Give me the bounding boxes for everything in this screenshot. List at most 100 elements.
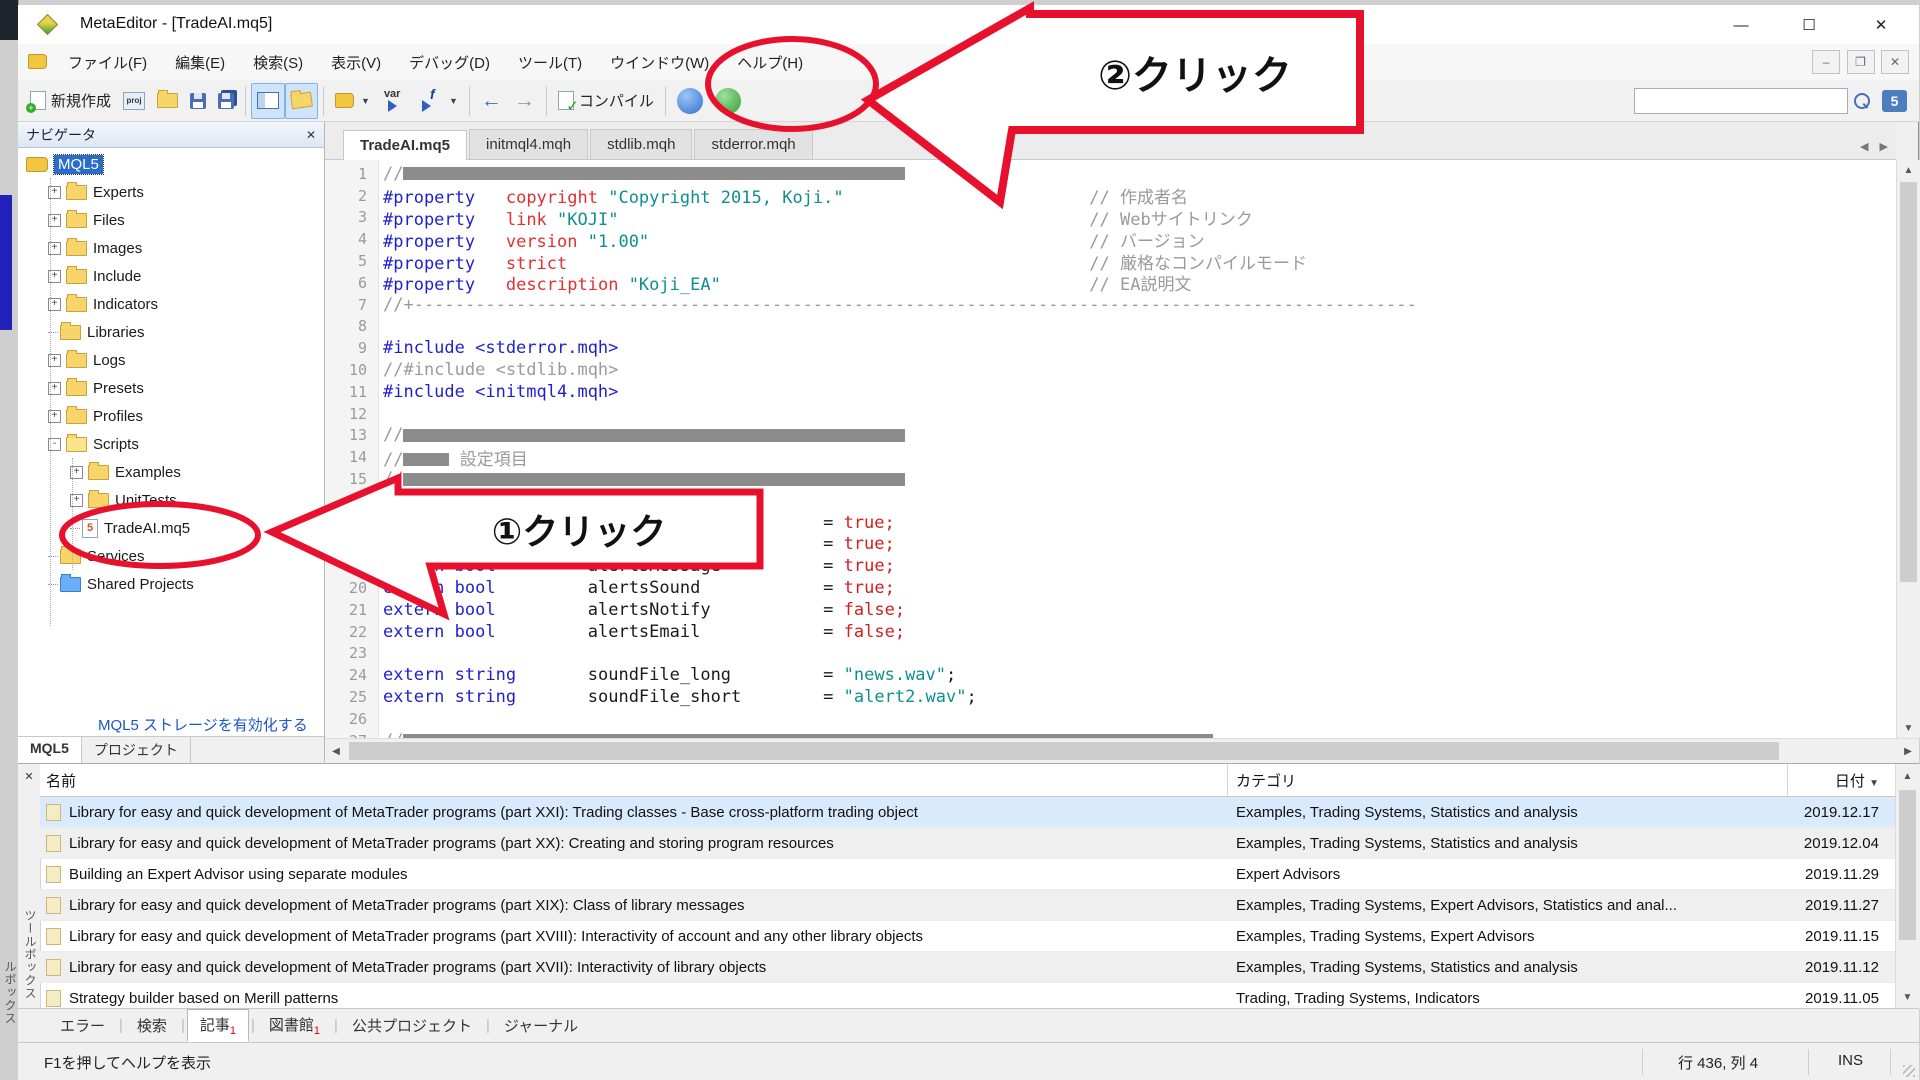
menu-item-7[interactable]: ヘルプ(H) bbox=[723, 44, 817, 81]
compile-icon: ✓ bbox=[558, 91, 574, 110]
new-file-button[interactable]: + 新規作成 bbox=[24, 83, 117, 119]
vscroll-thumb[interactable] bbox=[1900, 182, 1917, 582]
mdi-restore-button[interactable]: ❐ bbox=[1847, 50, 1875, 74]
scroll-down-icon[interactable]: ▼ bbox=[1897, 718, 1920, 738]
toolbox-tab-0[interactable]: エラー bbox=[48, 1011, 117, 1040]
menu-item-4[interactable]: デバッグ(D) bbox=[395, 44, 504, 81]
scroll-right-icon[interactable]: ▶ bbox=[1897, 739, 1919, 763]
article-row[interactable]: Library for easy and quick development o… bbox=[40, 952, 1895, 983]
navigate-forward-button[interactable]: → bbox=[508, 83, 541, 119]
tree-item-libraries[interactable]: Libraries bbox=[22, 318, 320, 346]
hscroll-thumb[interactable] bbox=[349, 742, 1779, 760]
editor-vscrollbar[interactable]: ▲ ▼ bbox=[1896, 160, 1920, 738]
toolbox-tab-3[interactable]: 図書館1 bbox=[257, 1010, 332, 1041]
toolbox-vscroll-thumb[interactable] bbox=[1899, 790, 1916, 940]
profiler-button[interactable] bbox=[709, 83, 747, 119]
tree-item-examples[interactable]: +Examples bbox=[22, 458, 320, 486]
search-input[interactable] bbox=[1634, 88, 1848, 114]
toolbox-vscrollbar[interactable]: ▲ ▼ bbox=[1895, 764, 1920, 1009]
tree-item-shared-projects[interactable]: Shared Projects bbox=[22, 570, 320, 598]
insert-function-button[interactable]: f ▼ bbox=[414, 83, 464, 119]
mql5-community-button[interactable]: 5 bbox=[1876, 83, 1913, 119]
compile-button[interactable]: ✓ コンパイル bbox=[552, 83, 660, 119]
editor-tab-tradeai-mq5[interactable]: TradeAI.mq5 bbox=[343, 130, 467, 160]
navigator-tab-mql5[interactable]: MQL5 bbox=[18, 736, 82, 763]
tree-item-files[interactable]: +Files bbox=[22, 206, 320, 234]
toolbox-tab-4[interactable]: 公共プロジェクト bbox=[340, 1011, 484, 1040]
navigator-tab-プロジェクト[interactable]: プロジェクト bbox=[82, 737, 191, 763]
menu-item-0[interactable]: ファイル(F) bbox=[54, 44, 161, 81]
tab-scroll-left-icon[interactable]: ◀ bbox=[1860, 141, 1868, 153]
menu-item-1[interactable]: 編集(E) bbox=[161, 44, 239, 81]
article-doc-icon bbox=[46, 928, 61, 945]
tree-item-logs[interactable]: +Logs bbox=[22, 346, 320, 374]
search-button[interactable] bbox=[1848, 83, 1876, 119]
scroll-up-icon[interactable]: ▲ bbox=[1897, 160, 1920, 180]
print-preview-button[interactable] bbox=[1106, 83, 1134, 119]
editor-tab-initmql4-mqh[interactable]: initmql4.mqh bbox=[469, 129, 588, 159]
snippets-button[interactable]: ▼ bbox=[329, 83, 376, 119]
scroll-down-icon[interactable]: ▼ bbox=[1896, 987, 1919, 1007]
tree-item-services[interactable]: Services bbox=[22, 542, 320, 570]
tree-item-include[interactable]: +Include bbox=[22, 262, 320, 290]
open-metatrader-button[interactable] bbox=[1217, 83, 1251, 119]
editor-tab-stdlib-mqh[interactable]: stdlib.mqh bbox=[590, 129, 692, 159]
column-header-category[interactable]: カテゴリ bbox=[1228, 764, 1788, 796]
scroll-up-icon[interactable]: ▲ bbox=[1896, 766, 1919, 786]
tree-item-experts[interactable]: +Experts bbox=[22, 178, 320, 206]
tree-item-profiles[interactable]: +Profiles bbox=[22, 402, 320, 430]
tree-item-images[interactable]: +Images bbox=[22, 234, 320, 262]
toggle-navigator-button[interactable] bbox=[251, 83, 285, 119]
toolbox-tabbar: エラー|検索|記事1|図書館1|公共プロジェクト|ジャーナル bbox=[18, 1008, 1919, 1042]
save-all-button[interactable] bbox=[212, 83, 240, 119]
toolbox-tab-2[interactable]: 記事1 bbox=[187, 1009, 249, 1042]
scroll-left-icon[interactable]: ◀ bbox=[325, 739, 347, 763]
mdi-close-button[interactable]: ✕ bbox=[1881, 50, 1909, 74]
mql5-storage-link[interactable]: MQL5 ストレージを有効化する bbox=[98, 714, 308, 735]
save-button[interactable] bbox=[184, 83, 212, 119]
tab-scroll-right-icon[interactable]: ▶ bbox=[1880, 141, 1888, 153]
menu-item-6[interactable]: ウインドウ(W) bbox=[596, 44, 723, 81]
styler-button[interactable] bbox=[1145, 83, 1181, 119]
menu-item-2[interactable]: 検索(S) bbox=[239, 44, 317, 81]
code-editor[interactable]: 1//2#property copyright "Copyright 2015,… bbox=[325, 160, 1896, 738]
navigator-close-icon[interactable]: ✕ bbox=[306, 128, 316, 142]
paste-button[interactable] bbox=[1077, 83, 1106, 119]
settings-button[interactable]: ⚙ bbox=[1251, 83, 1283, 119]
toolbox-tab-5[interactable]: ジャーナル bbox=[492, 1011, 590, 1040]
menu-item-5[interactable]: ツール(T) bbox=[504, 44, 596, 81]
close-button[interactable]: ✕ bbox=[1858, 11, 1904, 39]
tree-item-tradeai-mq5[interactable]: 5TradeAI.mq5 bbox=[22, 514, 320, 542]
debug-start-button[interactable] bbox=[671, 83, 709, 119]
toolbox-close-icon[interactable]: ✕ bbox=[18, 764, 40, 783]
resize-grip[interactable] bbox=[1903, 1065, 1915, 1077]
toggle-toolbox-button[interactable] bbox=[285, 83, 318, 119]
article-row[interactable]: Building an Expert Advisor using separat… bbox=[40, 859, 1895, 890]
article-row[interactable]: Library for easy and quick development o… bbox=[40, 828, 1895, 859]
storage-button[interactable]: ☁✓ bbox=[1181, 83, 1217, 119]
open-button[interactable] bbox=[151, 83, 184, 119]
column-header-name[interactable]: 名前 bbox=[40, 764, 1228, 796]
mdi-minimize-button[interactable]: – bbox=[1812, 50, 1840, 74]
article-row[interactable]: Library for easy and quick development o… bbox=[40, 921, 1895, 952]
column-header-date[interactable]: 日付 ▼ bbox=[1788, 770, 1895, 791]
menu-item-3[interactable]: 表示(V) bbox=[317, 44, 395, 81]
article-row[interactable]: Library for easy and quick development o… bbox=[40, 890, 1895, 921]
tree-item-unittests[interactable]: +UnitTests bbox=[22, 486, 320, 514]
maximize-button[interactable]: ☐ bbox=[1786, 11, 1832, 39]
new-project-button[interactable]: proj bbox=[117, 83, 151, 119]
article-row[interactable]: Library for easy and quick development o… bbox=[40, 797, 1895, 828]
article-row[interactable]: Strategy builder based on Merill pattern… bbox=[40, 983, 1895, 1009]
debug-play-icon bbox=[677, 88, 703, 114]
editor-hscrollbar[interactable]: ◀ ▶ bbox=[325, 738, 1919, 763]
minimize-button[interactable]: — bbox=[1718, 11, 1764, 39]
navigate-back-button[interactable]: ← bbox=[475, 83, 508, 119]
insert-variable-button[interactable]: var bbox=[376, 83, 414, 119]
code-line: 24extern string soundFile_long = "news.w… bbox=[325, 664, 1896, 686]
tree-item-presets[interactable]: +Presets bbox=[22, 374, 320, 402]
editor-tab-stderror-mqh[interactable]: stderror.mqh bbox=[694, 129, 812, 159]
tree-item-indicators[interactable]: +Indicators bbox=[22, 290, 320, 318]
tree-item-mql5[interactable]: MQL5 bbox=[22, 150, 320, 178]
tree-item-scripts[interactable]: -Scripts bbox=[22, 430, 320, 458]
toolbox-tab-1[interactable]: 検索 bbox=[125, 1011, 179, 1040]
